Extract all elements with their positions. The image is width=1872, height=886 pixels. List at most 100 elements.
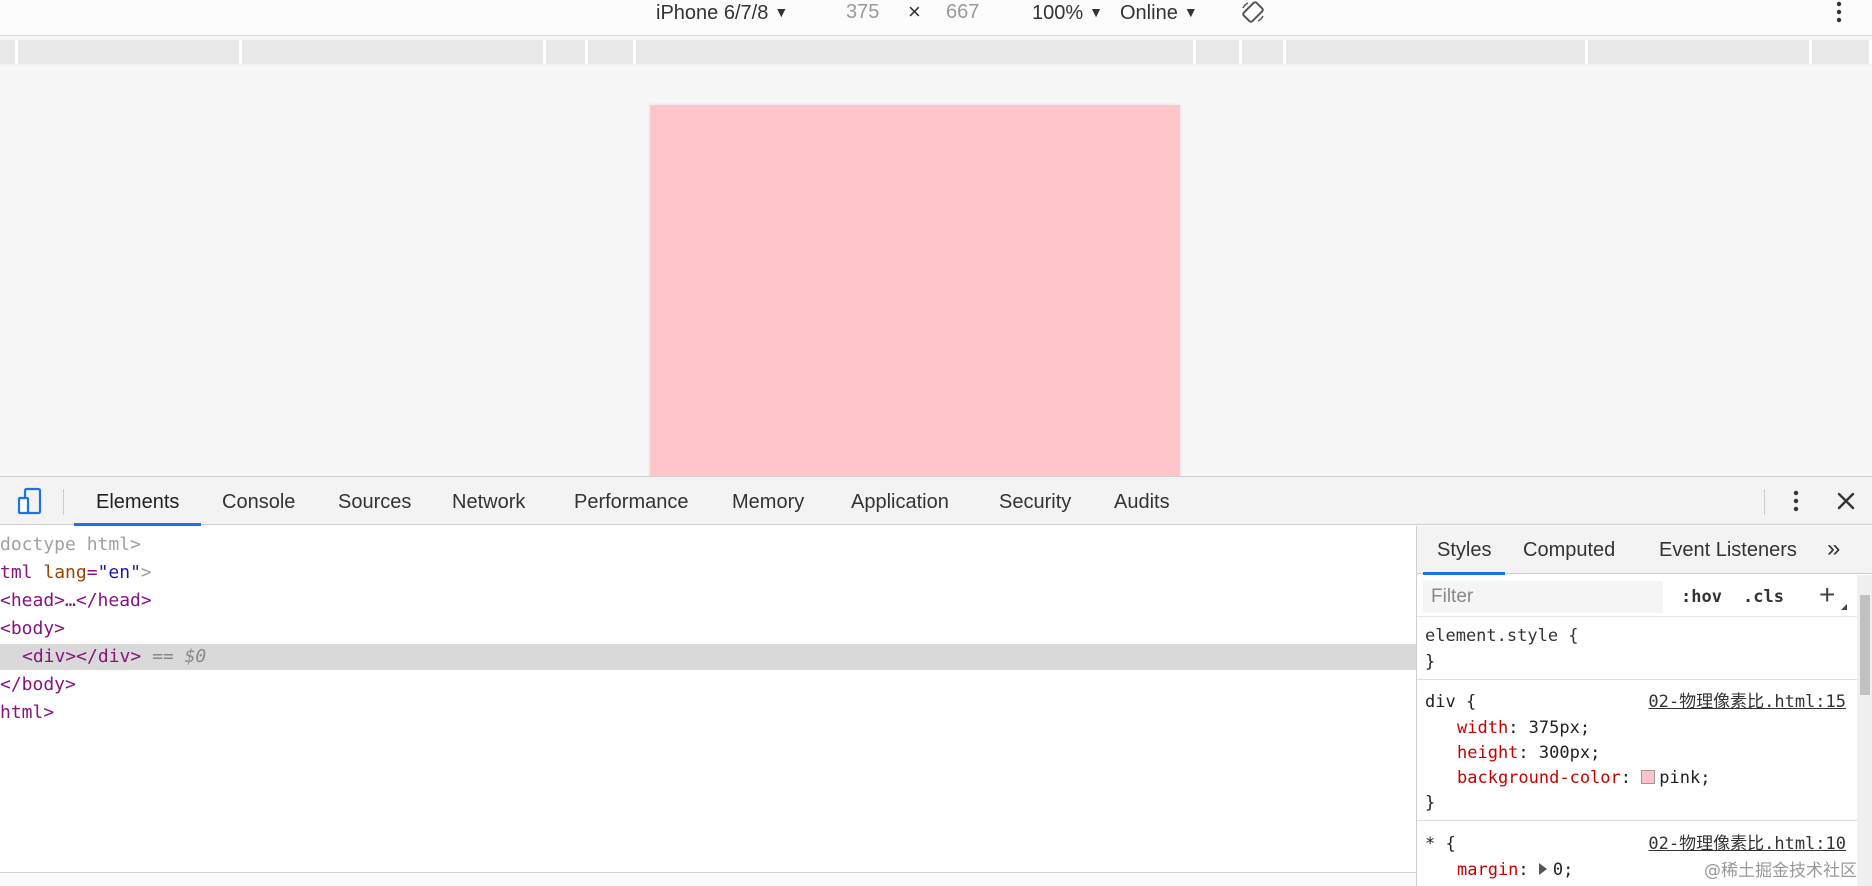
styles-scrollbar[interactable] xyxy=(1857,575,1872,886)
tab-styles[interactable]: Styles xyxy=(1422,526,1507,575)
media-query-segment[interactable] xyxy=(242,40,546,64)
attr-value-en: "en" xyxy=(97,562,141,583)
tree-line-html-close[interactable]: html> xyxy=(0,700,54,726)
tab-computed[interactable]: Computed xyxy=(1523,526,1615,574)
zoom-select-label: 100% xyxy=(1032,2,1084,24)
more-options-icon[interactable] xyxy=(1834,0,1844,24)
pink-div-box xyxy=(650,105,1180,476)
prop-name: height xyxy=(1457,743,1519,763)
tree-line-body-open[interactable]: <body> xyxy=(0,616,65,642)
media-query-segment[interactable] xyxy=(588,40,636,64)
rule-divider xyxy=(1417,820,1857,821)
tab-event-listeners[interactable]: Event Listeners xyxy=(1659,526,1797,574)
rotate-icon[interactable] xyxy=(1240,0,1266,24)
network-throttle-select[interactable]: Online ▼ xyxy=(1120,0,1198,24)
tag-close: > xyxy=(140,562,152,583)
css-property-margin[interactable]: margin: 0; xyxy=(1457,858,1573,883)
customize-devtools-icon[interactable] xyxy=(1791,489,1801,513)
close-icon[interactable] xyxy=(1836,491,1856,511)
media-query-segment[interactable] xyxy=(1242,40,1286,64)
prop-value: 300px; xyxy=(1538,743,1601,763)
dropdown-arrow-icon: ▼ xyxy=(774,4,789,20)
element-style-selector[interactable]: element.style { xyxy=(1425,624,1579,649)
device-viewport xyxy=(0,66,1872,476)
media-query-segment[interactable] xyxy=(636,40,1196,64)
div-rule-source-link[interactable]: 02-物理像素比.html:15 xyxy=(1648,690,1846,715)
scrollbar-thumb[interactable] xyxy=(1860,595,1870,695)
css-property-height[interactable]: height: 300px; xyxy=(1457,741,1600,766)
more-tabs-icon[interactable]: » xyxy=(1827,526,1840,574)
tab-sources[interactable]: Sources xyxy=(338,477,411,525)
div-rule-selector[interactable]: div { xyxy=(1425,690,1476,715)
media-query-segment[interactable] xyxy=(0,40,18,64)
width-input[interactable]: 375 xyxy=(846,0,879,24)
breadcrumb-bar xyxy=(0,872,1416,886)
media-query-segment[interactable] xyxy=(546,40,588,64)
media-query-segment[interactable] xyxy=(1196,40,1242,64)
device-toolbar: iPhone 6/7/8 ▼ 375 × 667 100% ▼ Online ▼ xyxy=(0,0,1872,36)
device-select-label: iPhone 6/7/8 xyxy=(656,2,769,24)
console-ref: == $0 xyxy=(152,646,207,667)
new-style-rule-button[interactable]: + xyxy=(1819,580,1849,612)
equals-sign: = xyxy=(86,562,98,583)
rule-close-brace: } xyxy=(1425,793,1436,813)
tree-line-html[interactable]: tml lang="en"> xyxy=(0,560,152,586)
tab-performance[interactable]: Performance xyxy=(574,477,689,525)
toolbar-divider xyxy=(1764,489,1765,515)
hover-state-toggle[interactable]: :hov xyxy=(1681,583,1722,611)
media-query-segment[interactable] xyxy=(1812,40,1872,64)
html-tag-fragment: tml xyxy=(0,562,44,583)
tab-audits[interactable]: Audits xyxy=(1114,477,1170,525)
prop-name: width xyxy=(1457,718,1509,738)
prop-value: 375px; xyxy=(1528,718,1591,738)
rule-close-brace: } xyxy=(1425,652,1436,672)
media-query-segment[interactable] xyxy=(1588,40,1812,64)
class-toggle[interactable]: .cls xyxy=(1743,583,1784,611)
tab-network[interactable]: Network xyxy=(452,477,525,525)
prop-name: background-color xyxy=(1457,768,1621,788)
plus-icon: + xyxy=(1819,579,1836,610)
tab-elements[interactable]: Elements xyxy=(73,477,202,526)
css-property-background-color[interactable]: background-color: pink; xyxy=(1457,766,1710,791)
universal-rule-source-link[interactable]: 02-物理像素比.html:10 xyxy=(1648,832,1846,857)
dropdown-arrow-icon: ▼ xyxy=(1183,4,1198,20)
expand-triangle-icon[interactable] xyxy=(1538,863,1547,875)
prop-name: margin xyxy=(1457,860,1519,880)
styles-filter-input[interactable] xyxy=(1423,581,1663,613)
attr-name-lang: lang xyxy=(43,562,87,583)
plus-menu-corner-icon xyxy=(1841,604,1847,610)
tree-line-doctype[interactable]: doctype html> xyxy=(0,532,141,558)
tree-line-head[interactable]: <head>…</head> xyxy=(0,588,152,614)
universal-rule-selector[interactable]: * { xyxy=(1425,832,1456,857)
tab-console[interactable]: Console xyxy=(222,477,295,525)
elements-tree: doctype html> tml lang="en"> <head>…</he… xyxy=(0,526,1416,886)
toolbar-divider xyxy=(63,489,64,515)
styles-filter-bar: :hov .cls + xyxy=(1417,575,1857,617)
styles-sidebar: Styles Computed Event Listeners » :hov .… xyxy=(1416,526,1872,886)
sidebar-tabbar: Styles Computed Event Listeners » xyxy=(1417,526,1872,575)
tab-application[interactable]: Application xyxy=(851,477,949,525)
media-query-segment[interactable] xyxy=(18,40,242,64)
color-swatch-icon[interactable] xyxy=(1641,770,1656,784)
prop-value: 0; xyxy=(1552,860,1574,880)
tab-memory[interactable]: Memory xyxy=(732,477,804,525)
media-query-segment[interactable] xyxy=(1286,40,1588,64)
zoom-select[interactable]: 100% ▼ xyxy=(1032,0,1103,24)
tree-line-body-close[interactable]: </body> xyxy=(0,672,76,698)
prop-value: pink; xyxy=(1659,768,1711,788)
rule-divider xyxy=(1417,679,1857,680)
height-input[interactable]: 667 xyxy=(946,0,979,24)
devtools-panel: Elements Console Sources Network Perform… xyxy=(0,476,1872,886)
media-query-bar xyxy=(0,38,1872,66)
device-select[interactable]: iPhone 6/7/8 ▼ xyxy=(656,0,788,24)
times-icon: × xyxy=(908,0,921,24)
tree-line-div-selected[interactable]: <div></div> == $0 xyxy=(0,644,1416,670)
devtools-tabbar: Elements Console Sources Network Perform… xyxy=(0,477,1872,526)
tab-security[interactable]: Security xyxy=(999,477,1071,525)
network-select-label: Online xyxy=(1120,2,1178,24)
dropdown-arrow-icon: ▼ xyxy=(1089,4,1104,20)
device-mode-toggle-icon[interactable] xyxy=(16,487,44,515)
watermark: @稀土掘金技术社区 xyxy=(1704,861,1857,881)
div-tag: <div></div> xyxy=(22,646,142,667)
css-property-width[interactable]: width: 375px; xyxy=(1457,716,1590,741)
